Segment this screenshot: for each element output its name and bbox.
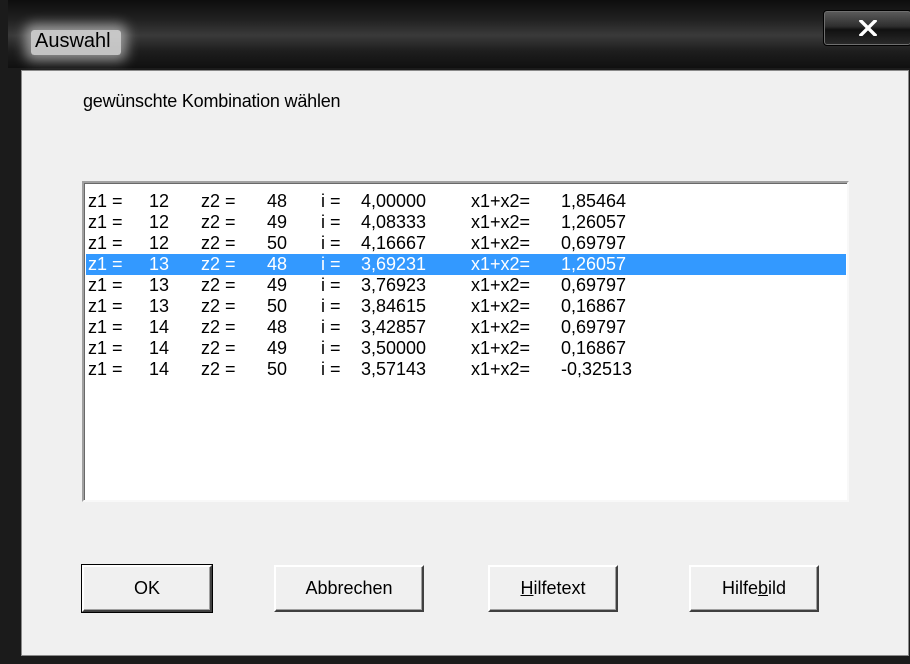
combination-listbox[interactable]: z1 = 12 z2 = 48 i = 4,00000 x1+x2= 1,85464 z1 = 1… [82, 181, 849, 502]
list-item-z1: 13 [149, 296, 170, 316]
list-item-x: 1,26057 [561, 254, 627, 274]
list-item-i-label: i = [321, 359, 341, 379]
list-item-z2: 50 [267, 359, 288, 379]
close-button[interactable] [823, 10, 910, 46]
list-item[interactable]: z1 = 14 z2 = 50 i = 3,57143 x1+x2= -0,32513 [86, 359, 846, 380]
list-item[interactable]: z1 = 13 z2 = 49 i = 3,76923 x1+x2= 0,69797 [86, 275, 846, 296]
list-item-x: 0,16867 [561, 296, 627, 316]
list-item-z1: 13 [149, 254, 170, 274]
list-item-x-label: x1+x2= [471, 359, 531, 379]
list-item-i: 4,00000 [361, 191, 427, 211]
list-item[interactable]: z1 = 14 z2 = 49 i = 3,50000 x1+x2= 0,16867 [86, 338, 846, 359]
list-item-i: 3,69231 [361, 254, 427, 274]
list-item-i-label: i = [321, 296, 341, 316]
list-item-z2: 50 [267, 296, 288, 316]
list-item-x-label: x1+x2= [471, 254, 531, 274]
list-item-z1-label: z1 = [88, 233, 123, 253]
list-item-x-label: x1+x2= [471, 233, 531, 253]
list-item-x: -0,32513 [561, 359, 633, 379]
list-item-z2-label: z2 = [201, 296, 236, 316]
list-item-x: 1,85464 [561, 191, 627, 211]
list-item-z2: 48 [267, 317, 288, 337]
list-item-i-label: i = [321, 275, 341, 295]
list-item-i: 4,16667 [361, 233, 427, 253]
list-item-z2-label: z2 = [201, 317, 236, 337]
list-item-i: 3,42857 [361, 317, 427, 337]
list-item-x: 0,69797 [561, 275, 627, 295]
list-item-z2-label: z2 = [201, 275, 236, 295]
helptext-button[interactable]: Hilfetext [488, 565, 618, 612]
list-item-i-label: i = [321, 191, 341, 211]
list-item[interactable]: z1 = 12 z2 = 49 i = 4,08333 x1+x2= 1,26057 [86, 212, 846, 233]
list-item-z1: 14 [149, 338, 170, 358]
list-item-i-label: i = [321, 254, 341, 274]
list-item-z2: 49 [267, 212, 288, 232]
list-item-i: 3,50000 [361, 338, 427, 358]
list-item-z1: 12 [149, 233, 170, 253]
list-item-i-label: i = [321, 317, 341, 337]
list-item-z1: 14 [149, 359, 170, 379]
list-item-i-label: i = [321, 338, 341, 358]
list-item-z1-label: z1 = [88, 275, 123, 295]
list-item-z2: 50 [267, 233, 288, 253]
list-item-z1-label: z1 = [88, 317, 123, 337]
list-item-z2-label: z2 = [201, 359, 236, 379]
list-item-x: 0,69797 [561, 317, 627, 337]
cancel-button[interactable]: Abbrechen [274, 565, 424, 612]
list-item-i-label: i = [321, 233, 341, 253]
list-item-z2: 48 [267, 254, 288, 274]
listbox-rows: z1 = 12 z2 = 48 i = 4,00000 x1+x2= 1,85464 z1 = 1… [86, 191, 846, 380]
title-bar[interactable]: Auswahl [8, 0, 910, 68]
list-item-z1: 12 [149, 212, 170, 232]
list-item-z1: 14 [149, 317, 170, 337]
list-item-z1-label: z1 = [88, 359, 123, 379]
list-item-x-label: x1+x2= [471, 191, 531, 211]
list-item[interactable]: z1 = 12 z2 = 48 i = 4,00000 x1+x2= 1,85464 [86, 191, 846, 212]
list-item-z1: 13 [149, 275, 170, 295]
cancel-button-label: Abbrechen [305, 578, 393, 598]
list-item-i: 3,57143 [361, 359, 427, 379]
list-item-z1-label: z1 = [88, 212, 123, 232]
list-item-z2-label: z2 = [201, 212, 236, 232]
list-item-x-label: x1+x2= [471, 338, 531, 358]
list-item-x: 1,26057 [561, 212, 627, 232]
list-item[interactable]: z1 = 12 z2 = 50 i = 4,16667 x1+x2= 0,69797 [86, 233, 846, 254]
list-item-i-label: i = [321, 212, 341, 232]
list-item-z2: 48 [267, 191, 288, 211]
list-item-z1-label: z1 = [88, 338, 123, 358]
list-item-x-label: x1+x2= [471, 275, 531, 295]
list-item-x: 0,69797 [561, 233, 627, 253]
list-item-z2-label: z2 = [201, 233, 236, 253]
list-item[interactable]: z1 = 13 z2 = 50 i = 3,84615 x1+x2= 0,16867 [86, 296, 846, 317]
list-item-i: 4,08333 [361, 212, 427, 232]
list-item-z1-label: z1 = [88, 191, 123, 211]
prompt-label: gewünschte Kombination wählen [83, 91, 341, 111]
dialog-window: Auswahl gewünschte Kombination wählen z1… [0, 0, 910, 664]
dialog-client-area: gewünschte Kombination wählen z1 = 12 z2 =… [21, 70, 909, 656]
window-title: Auswahl [31, 30, 121, 55]
list-item-z1-label: z1 = [88, 254, 123, 274]
list-item-z1-label: z1 = [88, 296, 123, 316]
list-item-i: 3,84615 [361, 296, 427, 316]
list-item-x-label: x1+x2= [471, 296, 531, 316]
helpimage-button-label: Hilfebild [721, 578, 787, 598]
list-item[interactable]: z1 = 14 z2 = 48 i = 3,42857 x1+x2= 0,69797 [86, 317, 846, 338]
list-item-i: 3,76923 [361, 275, 427, 295]
close-icon [858, 20, 877, 36]
helptext-button-label: Hilfetext [520, 578, 586, 598]
helpimage-button[interactable]: Hilfebild [689, 565, 819, 612]
list-item[interactable]: z1 = 13 z2 = 48 i = 3,69231 x1+x2= 1,26057 [86, 254, 846, 275]
list-item-z2-label: z2 = [201, 191, 236, 211]
list-item-z1: 12 [149, 191, 170, 211]
ok-button[interactable]: OK [81, 564, 213, 613]
ok-button-label: OK [133, 578, 160, 598]
list-item-z2-label: z2 = [201, 338, 236, 358]
list-item-x-label: x1+x2= [471, 317, 531, 337]
list-item-z2-label: z2 = [201, 254, 236, 274]
list-item-z2: 49 [267, 275, 288, 295]
list-item-z2: 49 [267, 338, 288, 358]
list-item-x: 0,16867 [561, 338, 627, 358]
list-item-x-label: x1+x2= [471, 212, 531, 232]
